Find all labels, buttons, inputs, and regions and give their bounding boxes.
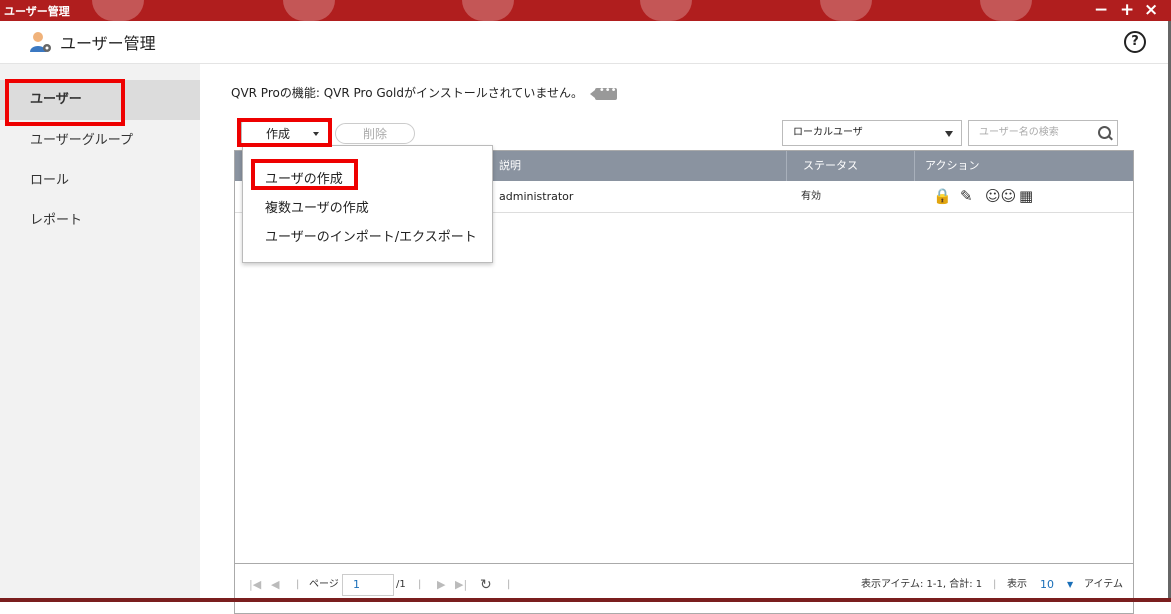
window-border [0, 598, 1171, 602]
titlebar-decoration [283, 0, 335, 21]
create-button[interactable]: 作成 [241, 121, 329, 145]
notice-message: QVR Proの機能: QVR Pro Goldがインストールされていません。 [231, 86, 583, 100]
help-icon[interactable]: ? [1124, 31, 1146, 53]
titlebar-decoration [92, 0, 144, 21]
close-button[interactable]: × [1144, 0, 1158, 20]
menu-item-import-export-users[interactable]: ユーザーのインポート/エクスポート [265, 226, 477, 245]
edit-icon[interactable]: ✎ [960, 181, 973, 212]
minimize-button[interactable]: − [1094, 0, 1108, 20]
chevron-down-icon [945, 131, 953, 137]
search-placeholder: ユーザー名の検索 [979, 127, 1059, 138]
titlebar-decoration [640, 0, 692, 21]
main-content: QVR Proの機能: QVR Pro Goldがインストールされていません。 … [200, 64, 1171, 614]
column-header-description[interactable]: 説明 [489, 151, 787, 181]
table-icon[interactable]: ▦ [1019, 181, 1033, 212]
titlebar-decoration [820, 0, 872, 21]
sidebar-item-reports[interactable]: レポート [0, 201, 200, 241]
column-header-status[interactable]: ステータス [787, 151, 915, 181]
more-icon[interactable]: ••• [589, 85, 617, 100]
sidebar-item-roles[interactable]: ロール [0, 161, 200, 201]
window-titlebar: ユーザー管理 − + × [0, 0, 1171, 21]
create-dropdown-menu: ユーザの作成 複数ユーザの作成 ユーザーのインポート/エクスポート [242, 145, 493, 263]
column-header-actions: アクション [925, 159, 980, 172]
user-type-select[interactable]: ローカルユーザ [782, 120, 962, 146]
sidebar-item-users[interactable]: ユーザー [0, 80, 200, 120]
app-header: ユーザー管理 ? [0, 21, 1171, 64]
page-number-input[interactable]: 1 [342, 574, 394, 596]
row-status: 有効 [801, 191, 821, 202]
group-icon[interactable]: ☺☺ [985, 181, 1016, 212]
page-title: ユーザー管理 [60, 34, 156, 53]
create-button-label: 作成 [266, 127, 291, 141]
titlebar-decoration [462, 0, 514, 21]
titlebar-decoration [980, 0, 1032, 21]
window-title: ユーザー管理 [4, 5, 70, 18]
menu-item-create-user[interactable]: ユーザの作成 [265, 168, 343, 187]
chevron-down-icon [313, 132, 319, 136]
search-icon[interactable] [1098, 126, 1111, 139]
delete-button[interactable]: 削除 [335, 123, 415, 144]
user-settings-icon [30, 32, 51, 52]
lock-icon[interactable]: 🔒 [933, 181, 952, 212]
menu-item-create-multiple-users[interactable]: 複数ユーザの作成 [265, 197, 369, 216]
user-type-value: ローカルユーザ [793, 127, 863, 138]
sidebar-item-user-groups[interactable]: ユーザーグループ [0, 121, 200, 161]
sidebar: ユーザー ユーザーグループ ロール レポート [0, 64, 200, 598]
row-description: administrator [499, 190, 574, 203]
maximize-button[interactable]: + [1120, 0, 1134, 20]
table-footer: |◀ ◀ | ページ 1 /1 | ▶ ▶| ↻ | 表示アイテム: 1-1, … [235, 563, 1133, 614]
notice-text: QVR Proの機能: QVR Pro Goldがインストールされていません。 … [231, 84, 617, 101]
search-input[interactable]: ユーザー名の検索 [968, 120, 1118, 146]
